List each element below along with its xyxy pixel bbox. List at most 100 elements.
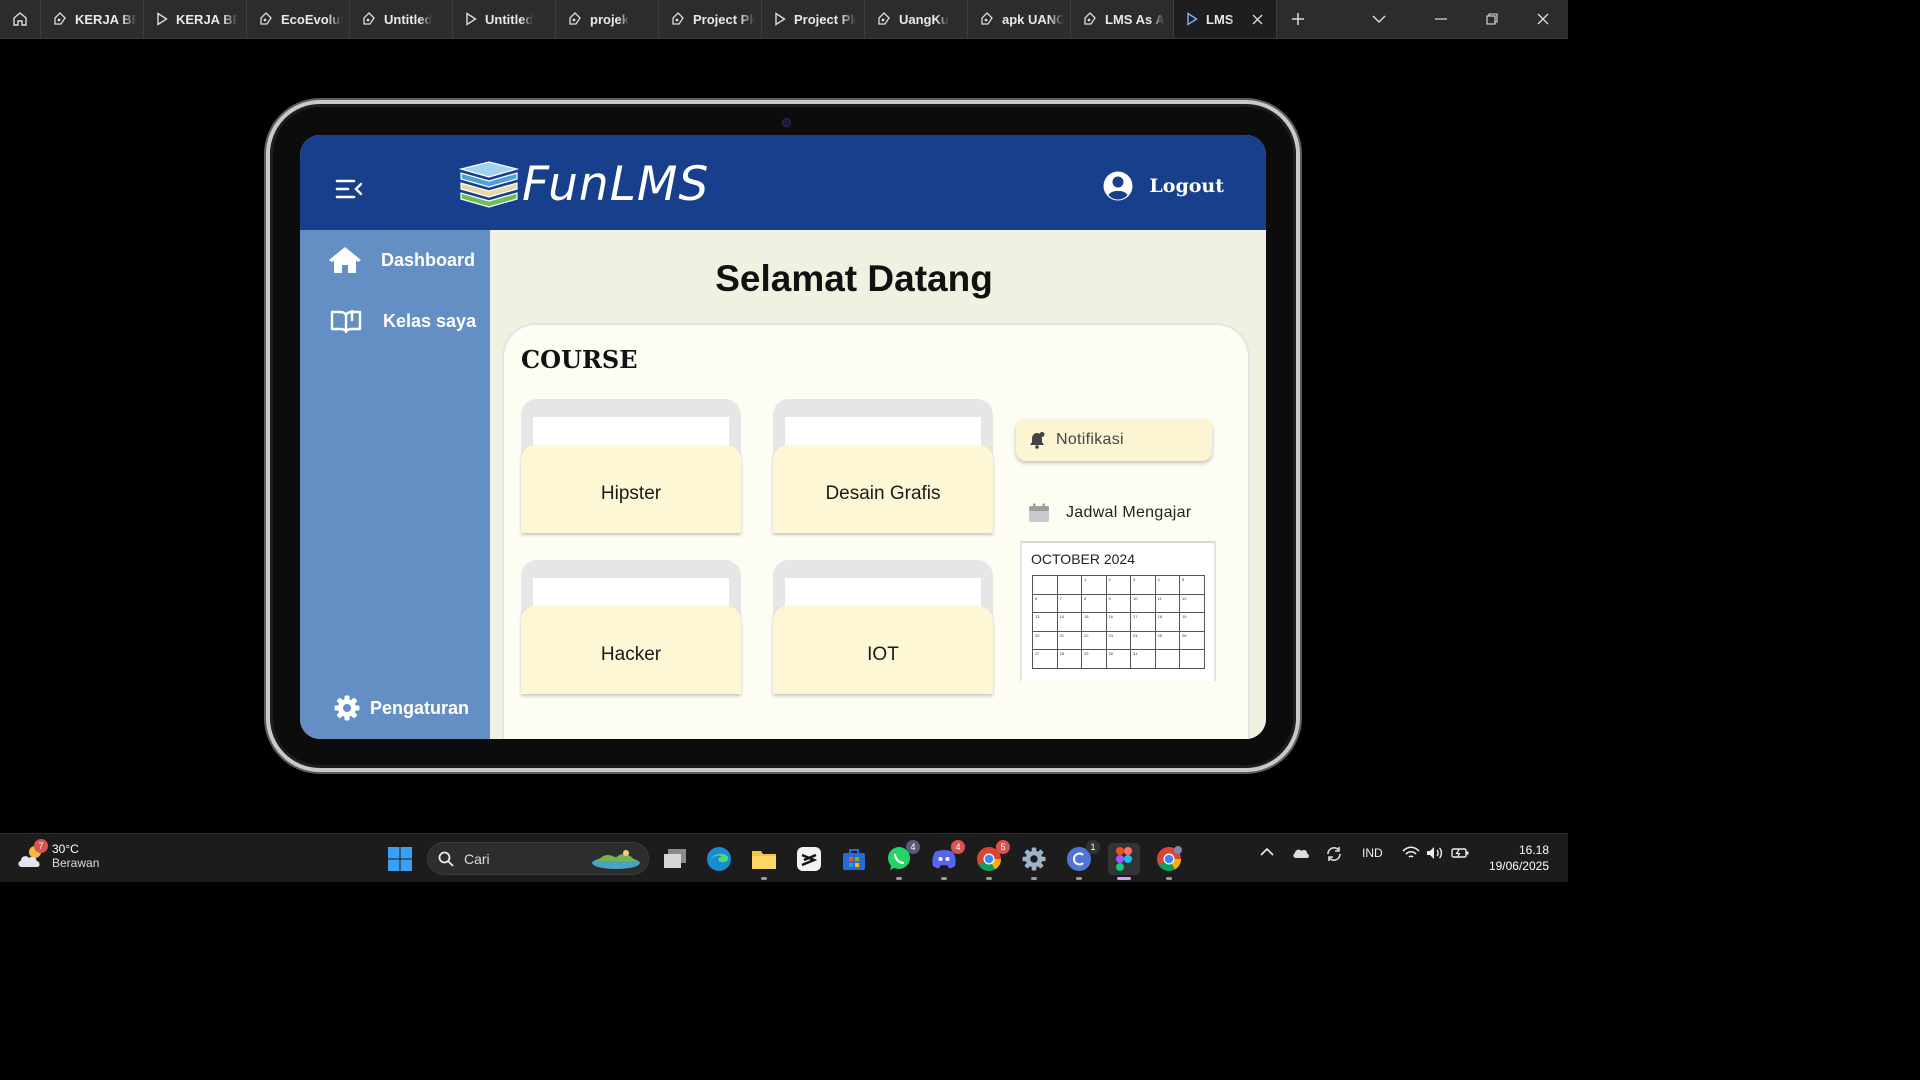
settings-app[interactable] (1018, 843, 1050, 880)
calendar-day[interactable]: 31 (1131, 650, 1156, 669)
menu-collapse-icon[interactable] (334, 176, 364, 202)
calendar-day[interactable] (1033, 576, 1058, 595)
calendar-day[interactable]: 10 (1131, 594, 1156, 613)
home-icon (13, 12, 27, 26)
calendar-icon (1029, 503, 1049, 522)
calendar-day[interactable]: 11 (1155, 594, 1180, 613)
battery-tray[interactable] (1451, 846, 1469, 863)
chrome-profile-app[interactable] (1153, 843, 1185, 880)
tab-2[interactable]: KERJA BR (144, 0, 247, 38)
app-logo[interactable]: FunLMS (458, 159, 709, 209)
close-tab-icon[interactable] (1252, 14, 1263, 25)
calendar-day[interactable]: 29 (1082, 650, 1107, 669)
discord-app[interactable]: 4 (928, 840, 965, 880)
calendar-day[interactable]: 24 (1131, 631, 1156, 650)
start-button[interactable] (384, 843, 416, 875)
calendar-day[interactable]: 8 (1082, 594, 1107, 613)
minimize-button[interactable] (1415, 0, 1466, 38)
logout-button[interactable]: Logout (1149, 175, 1224, 197)
calendar-day[interactable]: 19 (1180, 613, 1205, 632)
calendar-day[interactable]: 1 (1082, 576, 1107, 595)
volume-tray[interactable] (1426, 846, 1444, 863)
calendar-day[interactable]: 18 (1155, 613, 1180, 632)
sync-tray[interactable] (1325, 846, 1343, 865)
calendar-day[interactable]: 3 (1131, 576, 1156, 595)
calendar-day[interactable]: 13 (1033, 613, 1058, 632)
calendar-day[interactable]: 17 (1131, 613, 1156, 632)
restore-button[interactable] (1466, 0, 1517, 38)
notification-button[interactable]: Notifikasi (1016, 419, 1212, 461)
calendar-day[interactable]: 2 (1106, 576, 1131, 595)
calendar-day[interactable]: 9 (1106, 594, 1131, 613)
onedrive-tray[interactable] (1292, 846, 1310, 863)
task-view-button[interactable] (659, 843, 691, 875)
plus-icon (1292, 13, 1304, 25)
calendar-day[interactable]: 26 (1180, 631, 1205, 650)
tab-7[interactable]: Project Pk (659, 0, 762, 38)
calendar-day[interactable]: 20 (1033, 631, 1058, 650)
course-card-desain-grafis[interactable]: Desain Grafis (773, 399, 993, 533)
calendar-day[interactable]: 21 (1057, 631, 1082, 650)
app-header: FunLMS Logout (300, 135, 1266, 230)
chevron-up-icon (1260, 847, 1274, 856)
tab-10[interactable]: apk UANG (968, 0, 1071, 38)
system-clock[interactable]: 16.18 19/06/2025 (1489, 842, 1549, 874)
tab-1[interactable]: KERJA BR (41, 0, 144, 38)
tab-12[interactable]: LMS A (1174, 0, 1277, 38)
calendar-day[interactable] (1057, 576, 1082, 595)
calendar-day[interactable]: 6 (1033, 594, 1058, 613)
capcut-app[interactable] (793, 843, 825, 875)
calendar-day[interactable]: 23 (1106, 631, 1131, 650)
tab-label: UangKu (899, 11, 949, 27)
wifi-tray[interactable] (1402, 846, 1420, 863)
tray-overflow-button[interactable] (1260, 846, 1274, 860)
store-app[interactable] (838, 843, 870, 875)
gear-icon (334, 695, 360, 721)
canva-app[interactable]: 1 (1063, 840, 1100, 880)
calendar-day[interactable]: 25 (1155, 631, 1180, 650)
user-menu[interactable]: Logout (1103, 171, 1224, 201)
calendar-day[interactable]: 16 (1106, 613, 1131, 632)
taskbar-search[interactable]: Cari (427, 842, 649, 875)
calendar-day[interactable] (1180, 650, 1205, 669)
chrome-app[interactable]: 5 (973, 840, 1010, 880)
course-card-hipster[interactable]: Hipster (521, 399, 741, 533)
tab-8[interactable]: Project Pk (762, 0, 865, 38)
tab-3[interactable]: EcoEvolut (247, 0, 350, 38)
weather-widget[interactable]: 7 30°C Berawan (16, 839, 99, 871)
tab-11[interactable]: LMS As A (1071, 0, 1174, 38)
edge-app[interactable] (703, 843, 735, 875)
language-indicator[interactable]: IND (1362, 846, 1383, 860)
calendar-day[interactable]: 7 (1057, 594, 1082, 613)
calendar-day[interactable]: 30 (1106, 650, 1131, 669)
sidebar-item-pengaturan[interactable]: Pengaturan (334, 695, 469, 721)
tab-9[interactable]: UangKu (865, 0, 968, 38)
tab-4[interactable]: Untitled (350, 0, 453, 38)
schedule-calendar[interactable]: OCTOBER 2024 1 2 3 4 5 6 7 8 9 10 11 12 13 14 15 16 17 18… (1020, 541, 1216, 681)
tab-list-button[interactable] (1343, 0, 1415, 38)
calendar-day[interactable]: 27 (1033, 650, 1058, 669)
whatsapp-app[interactable]: 4 (883, 840, 920, 880)
close-window-button[interactable] (1517, 0, 1568, 38)
calendar-day[interactable]: 5 (1180, 576, 1205, 595)
new-tab-button[interactable] (1277, 0, 1319, 38)
file-explorer-app[interactable] (748, 843, 780, 880)
calendar-day[interactable]: 14 (1057, 613, 1082, 632)
sidebar-item-kelas-saya[interactable]: Kelas saya (330, 307, 476, 335)
calendar-day[interactable] (1155, 650, 1180, 669)
tab-5[interactable]: Untitled (453, 0, 556, 38)
calendar-day[interactable]: 28 (1057, 650, 1082, 669)
calendar-day[interactable]: 12 (1180, 594, 1205, 613)
calendar-day[interactable]: 15 (1082, 613, 1107, 632)
course-card-iot[interactable]: IOT (773, 560, 993, 694)
calendar-day[interactable]: 4 (1155, 576, 1180, 595)
tab-6[interactable]: projek (556, 0, 659, 38)
figma-app[interactable] (1108, 843, 1140, 880)
home-tab[interactable] (0, 0, 41, 38)
figma-pen-icon (569, 12, 581, 25)
book-stack-icon (458, 161, 520, 208)
course-card-hacker[interactable]: Hacker (521, 560, 741, 694)
sidebar-item-dashboard[interactable]: Dashboard (328, 244, 475, 276)
search-highlight-icon (592, 849, 640, 869)
calendar-day[interactable]: 22 (1082, 631, 1107, 650)
